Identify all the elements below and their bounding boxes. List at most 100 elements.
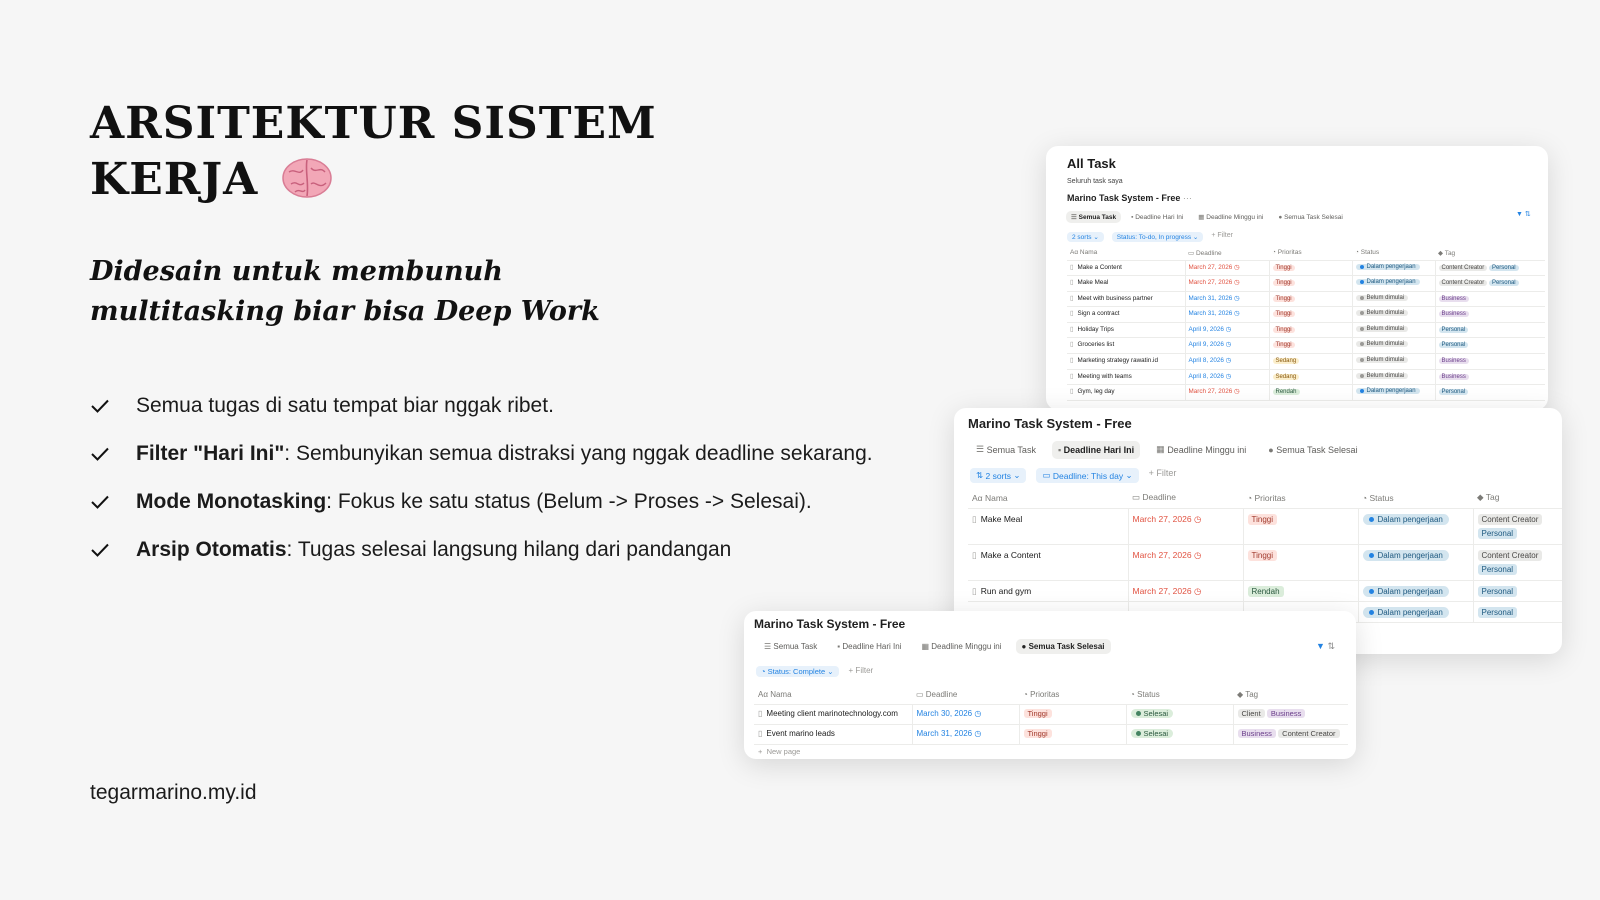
name-cell[interactable]: ▯ Run and gym (968, 580, 1129, 602)
priority-cell[interactable]: Tinggi (1019, 724, 1127, 745)
tab-semua-task-selesai[interactable]: ● Semua Task Selesai (1262, 441, 1363, 459)
deadline-cell[interactable]: March 27, 2026 ◷ (1128, 508, 1244, 545)
table-row[interactable]: ▯ Make a Content March 27, 2026 ◷ Tinggi Dal… (968, 544, 1562, 581)
name-cell[interactable]: ▯ Gym, leg day (1067, 384, 1186, 401)
status-cell[interactable]: Dalam pengerjaan (1358, 508, 1474, 545)
priority-cell[interactable]: Sedang (1269, 369, 1353, 386)
column-header[interactable]: ◔ Prioritas (1019, 686, 1126, 705)
priority-cell[interactable]: Tinggi (1243, 544, 1359, 581)
priority-cell[interactable]: Tinggi (1269, 291, 1353, 308)
priority-cell[interactable]: Tinggi (1269, 275, 1353, 292)
name-cell[interactable]: ▯ Groceries list (1067, 337, 1186, 355)
deadline-cell[interactable]: April 8, 2026 ◷ (1185, 369, 1270, 386)
column-header[interactable]: ◆ Tag (1473, 488, 1562, 509)
deadline-cell[interactable]: March 27, 2026 ◷ (1185, 275, 1270, 292)
table-row[interactable]: ▯ Make Meal March 27, 2026 ◷ Tinggi Dalam pe… (968, 508, 1562, 545)
tag-cell[interactable]: Content Creator Personal (1435, 260, 1545, 277)
column-header[interactable]: ▭ Deadline (1185, 246, 1269, 261)
table-row[interactable]: ▯ Make Meal March 27, 2026 ◷ Tinggi Dalam pe… (1067, 275, 1545, 292)
tab-deadline-minggu-ini[interactable]: ▦ Deadline Minggu ini (1193, 211, 1268, 223)
add-filter-button[interactable]: + Filter (1149, 468, 1177, 483)
tag-cell[interactable]: Content Creator Personal (1435, 275, 1545, 292)
priority-cell[interactable]: Tinggi (1269, 337, 1353, 355)
tab-deadline-minggu-ini[interactable]: ▦ Deadline Minggu ini (1150, 440, 1252, 459)
database-title[interactable]: Marino Task System - Free (754, 617, 905, 631)
deadline-cell[interactable]: March 27, 2026 ◷ (1185, 260, 1270, 277)
status-cell[interactable]: Belum dimulai (1352, 369, 1436, 386)
tag-cell[interactable]: Personal (1435, 337, 1545, 355)
sorts-chip[interactable]: ⇅ 2 sorts ⌄ (970, 468, 1027, 483)
tag-cell[interactable]: Personal (1435, 384, 1545, 401)
deadline-cell[interactable]: March 31, 2026 ◷ (912, 724, 1020, 745)
tab-deadline-minggu-ini[interactable]: ▦ Deadline Minggu ini (915, 639, 1007, 654)
column-header[interactable]: Aα Nama (754, 686, 912, 705)
toolbar-icons[interactable]: ▼ ⇅ (1316, 641, 1335, 652)
tab-deadline-hari-ini[interactable]: ▪ Deadline Hari Ini (1051, 440, 1141, 459)
column-header[interactable]: Aα Nama (968, 488, 1128, 509)
column-header[interactable]: ◔ Status (1352, 246, 1435, 261)
add-filter-button[interactable]: + Filter (849, 666, 874, 677)
table-row[interactable]: ▯ Holiday Trips April 9, 2026 ◷ Tinggi Belum… (1067, 322, 1545, 339)
status-cell[interactable]: Belum dimulai (1352, 322, 1436, 339)
priority-cell[interactable]: Tinggi (1269, 322, 1353, 339)
sort-icon[interactable]: ⇅ (1327, 641, 1335, 651)
table-row[interactable]: ▯ Run and gym March 27, 2026 ◷ Rendah Dalam … (968, 580, 1562, 602)
tag-cell[interactable]: Business (1435, 291, 1545, 308)
name-cell[interactable]: ▯ Make a Content (1067, 260, 1186, 277)
database-title[interactable]: Marino Task System - Free ··· (1067, 193, 1192, 203)
tab-deadline-hari-ini[interactable]: ▪ Deadline Hari Ini (831, 639, 907, 654)
add-filter-button[interactable]: + Filter (1211, 232, 1233, 242)
deadline-filter-chip[interactable]: ▭ Deadline: This day ⌄ (1036, 468, 1139, 483)
priority-cell[interactable]: Sedang (1269, 353, 1353, 370)
status-cell[interactable]: Belum dimulai (1352, 337, 1436, 355)
status-cell[interactable]: Belum dimulai (1352, 353, 1436, 370)
name-cell[interactable]: ▯ Meet with business partner (1067, 291, 1186, 308)
name-cell[interactable]: ▯ Meeting with teams (1067, 369, 1186, 386)
tab-semua-task-selesai[interactable]: ● Semua Task Selesai (1015, 639, 1111, 654)
priority-cell[interactable]: Tinggi (1269, 306, 1353, 323)
status-cell[interactable]: Selesai (1126, 704, 1234, 725)
column-header[interactable]: ▭ Deadline (1128, 488, 1243, 509)
tab-semua-task[interactable]: ☰ Semua Task (970, 440, 1042, 459)
status-cell[interactable]: Dalam pengerjaan (1352, 275, 1436, 292)
status-cell[interactable]: Belum dimulai (1352, 291, 1436, 308)
table-row[interactable]: ▯ Sign a contract March 31, 2026 ◷ Tinggi Be… (1067, 306, 1545, 323)
column-header[interactable]: ▭ Deadline (912, 686, 1019, 705)
tag-cell[interactable]: Personal (1473, 601, 1562, 623)
more-icon[interactable]: ··· (1183, 193, 1192, 203)
deadline-cell[interactable]: April 9, 2026 ◷ (1185, 322, 1270, 339)
table-row[interactable]: ▯ Meet with business partner March 31, 202… (1067, 291, 1545, 308)
status-filter-chip[interactable]: Status: To-do, In progress ⌄ (1111, 232, 1204, 242)
status-cell[interactable]: Dalam pengerjaan (1352, 260, 1436, 277)
priority-cell[interactable]: Tinggi (1243, 508, 1359, 545)
name-cell[interactable]: ▯ Event marino leads (754, 724, 913, 745)
filter-icon[interactable]: ▼ (1516, 211, 1523, 218)
name-cell[interactable]: ▯ Marketing strategy rawatin.id (1067, 353, 1186, 370)
deadline-cell[interactable]: March 27, 2026 ◷ (1128, 544, 1244, 581)
name-cell[interactable]: ▯ Sign a contract (1067, 306, 1186, 323)
tag-cell[interactable]: Business Content Creator (1233, 724, 1348, 745)
filter-icon[interactable]: ▼ (1316, 641, 1325, 651)
column-header[interactable]: ◆ Tag (1435, 246, 1545, 261)
table-row[interactable]: ▯ Gym, leg day March 27, 2026 ◷ Rendah Dalam… (1067, 384, 1545, 401)
status-cell[interactable]: Dalam pengerjaan (1358, 601, 1474, 623)
tab-semua-task-selesai[interactable]: ● Semua Task Selesai (1273, 212, 1348, 223)
priority-cell[interactable]: Rendah (1243, 580, 1359, 602)
status-cell[interactable]: Dalam pengerjaan (1358, 580, 1474, 602)
deadline-cell[interactable]: March 27, 2026 ◷ (1185, 384, 1270, 401)
sort-icon[interactable]: ⇅ (1525, 211, 1531, 218)
tag-cell[interactable]: Content Creator Personal (1473, 508, 1562, 545)
tag-cell[interactable]: Content Creator Personal (1473, 544, 1562, 581)
name-cell[interactable]: ▯ Make a Content (968, 544, 1129, 581)
toolbar-icons[interactable]: ▼ ⇅ (1516, 210, 1531, 218)
table-row[interactable]: ▯ Event marino leads March 31, 2026 ◷ Tingg… (754, 724, 1348, 745)
status-cell[interactable]: Dalam pengerjaan (1358, 544, 1474, 581)
deadline-cell[interactable]: March 31, 2026 ◷ (1185, 291, 1270, 308)
tab-semua-task[interactable]: ☰ Semua Task (1066, 211, 1122, 223)
deadline-cell[interactable]: April 9, 2026 ◷ (1185, 337, 1270, 355)
table-row[interactable]: ▯ Meeting with teams April 8, 2026 ◷ Sedang… (1067, 369, 1545, 386)
website-url[interactable]: tegarmarino.my.id (90, 781, 257, 805)
status-cell[interactable]: Selesai (1126, 724, 1234, 745)
deadline-cell[interactable]: March 27, 2026 ◷ (1128, 580, 1244, 602)
tab-deadline-hari-ini[interactable]: ▪ Deadline Hari Ini (1126, 212, 1188, 223)
